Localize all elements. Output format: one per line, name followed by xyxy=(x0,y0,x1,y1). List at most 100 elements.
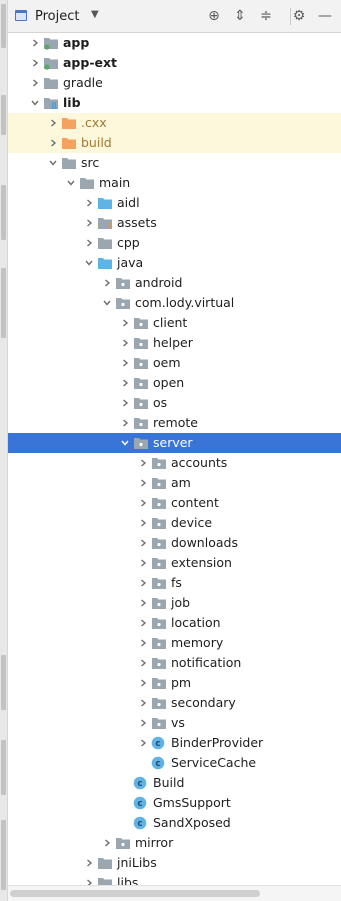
tree-node-cxx[interactable]: .cxx xyxy=(8,113,341,133)
chevron-right-icon[interactable] xyxy=(48,118,58,128)
chevron-down-icon[interactable] xyxy=(102,298,112,308)
chevron-down-icon[interactable] xyxy=(30,98,40,108)
tree-node-gradle[interactable]: gradle xyxy=(8,73,341,93)
tree-node-assets[interactable]: assets xyxy=(8,213,341,233)
chevron-down-icon[interactable] xyxy=(120,438,130,448)
tree-node-downloads[interactable]: downloads xyxy=(8,533,341,553)
chevron-right-icon[interactable] xyxy=(48,138,58,148)
chevron-right-icon[interactable] xyxy=(84,198,94,208)
tree-node-servicecache[interactable]: c ServiceCache xyxy=(8,753,341,773)
tree-node-src[interactable]: src xyxy=(8,153,341,173)
tree-node-gmssupport[interactable]: c GmsSupport xyxy=(8,793,341,813)
tree-node-build[interactable]: c Build xyxy=(8,773,341,793)
tree-node-main[interactable]: main xyxy=(8,173,341,193)
tree-node-os[interactable]: os xyxy=(8,393,341,413)
chevron-right-icon[interactable] xyxy=(138,678,148,688)
tree-node-lib[interactable]: lib xyxy=(8,93,341,113)
chevron-right-icon[interactable] xyxy=(138,698,148,708)
tree-node-app-ext[interactable]: app-ext xyxy=(8,53,341,73)
tree-node-open[interactable]: open xyxy=(8,373,341,393)
tree-node-binderprovider[interactable]: c BinderProvider xyxy=(8,733,341,753)
gear-icon[interactable]: ⚙ xyxy=(289,6,309,26)
collapse-all-icon[interactable]: ≑ xyxy=(256,6,276,26)
tree-node-extension[interactable]: extension xyxy=(8,553,341,573)
side-tab-structure[interactable] xyxy=(1,655,6,710)
chevron-right-icon[interactable] xyxy=(30,38,40,48)
project-view-selector[interactable]: Project xyxy=(35,9,79,24)
chevron-right-icon[interactable] xyxy=(138,658,148,668)
side-tab-build-variants[interactable] xyxy=(1,820,6,890)
tree-node-client[interactable]: client xyxy=(8,313,341,333)
tree-node-mirror[interactable]: mirror xyxy=(8,833,341,853)
tree-node-app[interactable]: app xyxy=(8,33,341,53)
chevron-right-icon[interactable] xyxy=(120,378,130,388)
chevron-right-icon[interactable] xyxy=(138,578,148,588)
chevron-right-icon[interactable] xyxy=(138,558,148,568)
chevron-right-icon[interactable] xyxy=(138,498,148,508)
chevron-right-icon[interactable] xyxy=(138,718,148,728)
tree-node-com-lody-virtual[interactable]: com.lody.virtual xyxy=(8,293,341,313)
tree-node-build[interactable]: build xyxy=(8,133,341,153)
chevron-right-icon[interactable] xyxy=(138,518,148,528)
chevron-right-icon[interactable] xyxy=(120,338,130,348)
scrollbar-thumb[interactable] xyxy=(10,890,260,897)
tree-node-remote[interactable]: remote xyxy=(8,413,341,433)
chevron-down-icon[interactable] xyxy=(48,158,58,168)
tree-node-content[interactable]: content xyxy=(8,493,341,513)
chevron-right-icon[interactable] xyxy=(138,538,148,548)
side-tab-favorites[interactable] xyxy=(1,740,6,795)
tree-node-aidl[interactable]: aidl xyxy=(8,193,341,213)
tree-node-sandxposed[interactable]: c SandXposed xyxy=(8,813,341,833)
chevron-down-icon[interactable]: ▼ xyxy=(91,9,99,20)
chevron-right-icon[interactable] xyxy=(138,618,148,628)
tree-node-device[interactable]: device xyxy=(8,513,341,533)
chevron-right-icon[interactable] xyxy=(30,58,40,68)
tree-node-label: content xyxy=(171,495,219,510)
tree-node-cpp[interactable]: cpp xyxy=(8,233,341,253)
chevron-right-icon[interactable] xyxy=(30,78,40,88)
side-tab-resource-manager[interactable] xyxy=(1,268,6,338)
chevron-right-icon[interactable] xyxy=(120,358,130,368)
chevron-right-icon[interactable] xyxy=(102,278,112,288)
chevron-right-icon[interactable] xyxy=(84,218,94,228)
chevron-right-icon[interactable] xyxy=(138,738,148,748)
tree-node-java[interactable]: java xyxy=(8,253,341,273)
chevron-right-icon[interactable] xyxy=(102,838,112,848)
tree-node-notification[interactable]: notification xyxy=(8,653,341,673)
tree-node-vs[interactable]: vs xyxy=(8,713,341,733)
tree-node-fs[interactable]: fs xyxy=(8,573,341,593)
tree-node-memory[interactable]: memory xyxy=(8,633,341,653)
chevron-right-icon[interactable] xyxy=(120,418,130,428)
tree-node-server[interactable]: server xyxy=(8,433,341,453)
horizontal-scrollbar[interactable] xyxy=(8,885,341,901)
tree-node-location[interactable]: location xyxy=(8,613,341,633)
chevron-right-icon[interactable] xyxy=(138,598,148,608)
tree-node-job[interactable]: job xyxy=(8,593,341,613)
chevron-right-icon[interactable] xyxy=(84,858,94,868)
tree-node-pm[interactable]: pm xyxy=(8,673,341,693)
tree-node-libs[interactable]: libs xyxy=(8,873,341,885)
tree-node-am[interactable]: am xyxy=(8,473,341,493)
chevron-right-icon[interactable] xyxy=(120,318,130,328)
locate-icon[interactable]: ⊕ xyxy=(204,6,224,26)
chevron-down-icon[interactable] xyxy=(84,258,94,268)
tree-node-helper[interactable]: helper xyxy=(8,333,341,353)
side-tab-commit[interactable] xyxy=(1,95,6,135)
chevron-right-icon[interactable] xyxy=(120,398,130,408)
tree-node-secondary[interactable]: secondary xyxy=(8,693,341,713)
tree-node-jnilibs[interactable]: jniLibs xyxy=(8,853,341,873)
chevron-right-icon[interactable] xyxy=(84,238,94,248)
side-tab-project[interactable] xyxy=(1,4,6,48)
chevron-right-icon[interactable] xyxy=(138,478,148,488)
tree-node-android[interactable]: android xyxy=(8,273,341,293)
chevron-right-icon[interactable] xyxy=(84,878,94,885)
side-tab-pull-requests[interactable] xyxy=(1,185,6,240)
tree-node-oem[interactable]: oem xyxy=(8,353,341,373)
chevron-down-icon[interactable] xyxy=(66,178,76,188)
chevron-right-icon[interactable] xyxy=(138,638,148,648)
chevron-right-icon[interactable] xyxy=(138,458,148,468)
expand-all-icon[interactable]: ⇕ xyxy=(230,6,250,26)
project-tree[interactable]: app app-ext gradle lib .cxx build src main aidl a… xyxy=(8,33,341,885)
tree-node-accounts[interactable]: accounts xyxy=(8,453,341,473)
hide-icon[interactable]: — xyxy=(315,6,335,26)
